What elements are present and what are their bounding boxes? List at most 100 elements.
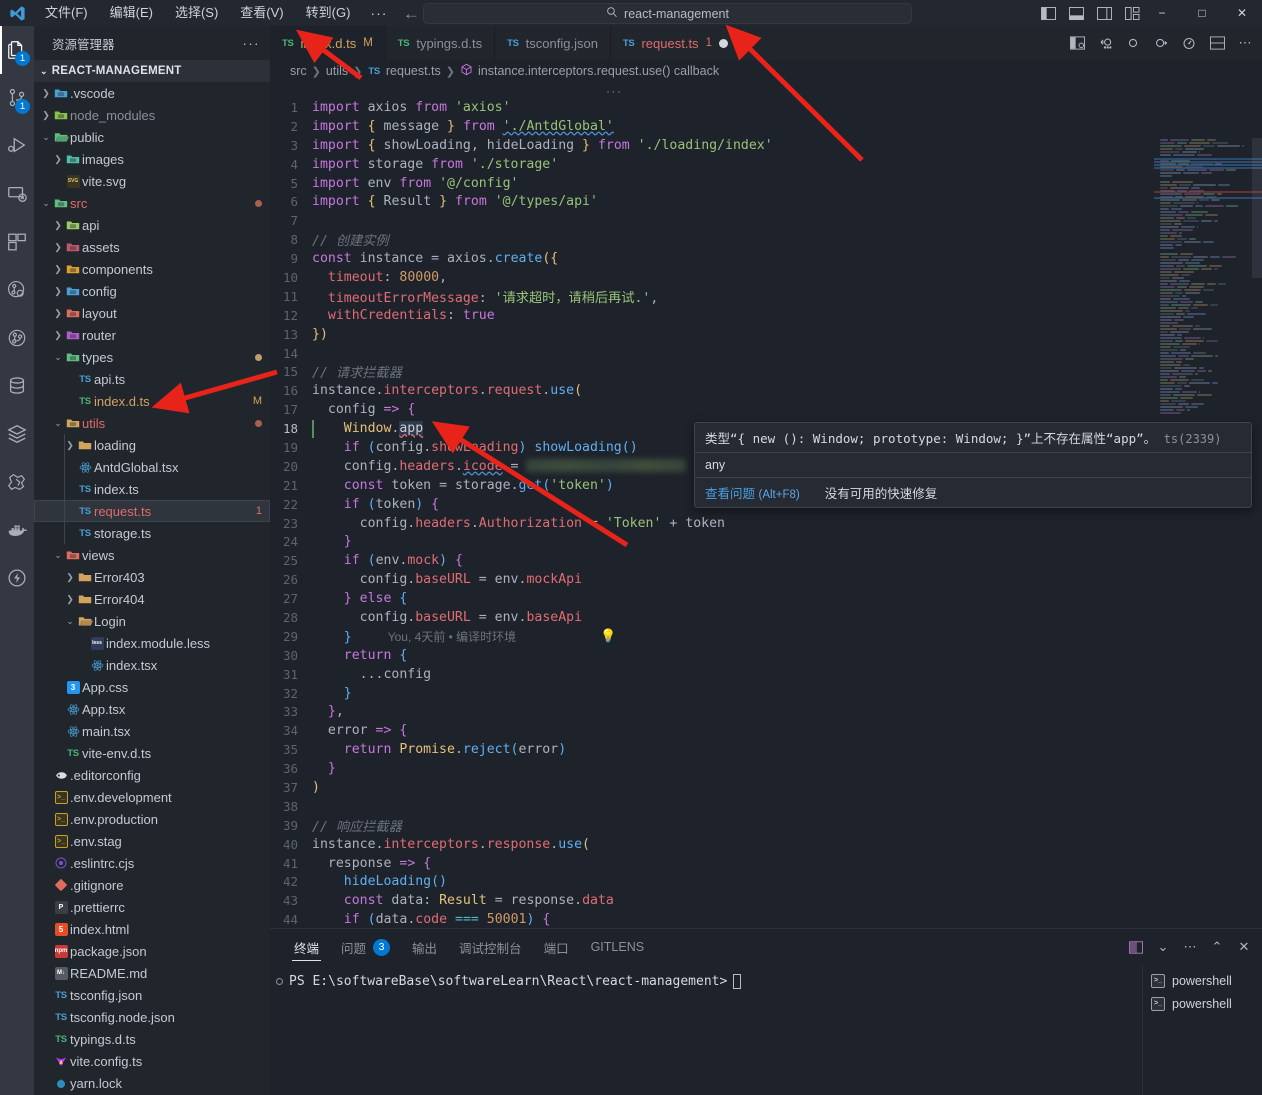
chevron-right-icon[interactable]: ❯ [52, 242, 64, 253]
terminal-instance[interactable]: >_ powershell [1143, 969, 1262, 992]
split-editor-down-icon[interactable] [1204, 30, 1230, 56]
code-line-33[interactable]: 33 }, [270, 703, 1262, 722]
code-line-5[interactable]: 5 import env from '@/config' [270, 174, 1262, 193]
menu-more-button[interactable]: ··· [361, 5, 396, 21]
run-icon[interactable] [1176, 30, 1202, 56]
code-line-6[interactable]: 6 import { Result } from '@/types/api' [270, 192, 1262, 211]
activity-layers-icon[interactable] [0, 410, 34, 458]
code-line-4[interactable]: 4 import storage from './storage' [270, 155, 1262, 174]
chevron-down-icon[interactable]: ⌄ [40, 132, 52, 143]
tree-item-yarn-lock[interactable]: yarn.lock [34, 1072, 270, 1094]
chevron-right-icon[interactable]: ❯ [52, 264, 64, 275]
maximize-panel-icon[interactable]: ⌃ [1205, 935, 1229, 959]
code-line-2[interactable]: 2 import { message } from './AntdGlobal' [270, 117, 1262, 136]
code-line-32[interactable]: 32 } [270, 684, 1262, 703]
code-area[interactable]: ··· 1 import axios from 'axios' 2 import { … [270, 82, 1262, 928]
tree-item-api[interactable]: ❯ api [34, 214, 270, 236]
code-line-15[interactable]: 15 // 请求拦截器 [270, 362, 1262, 381]
unsaved-indicator-icon[interactable] [718, 38, 728, 48]
code-line-12[interactable]: 12 withCredentials: true [270, 306, 1262, 325]
workspace-section-header[interactable]: ⌄ REACT-MANAGEMENT [34, 60, 270, 82]
tree-item--gitignore[interactable]: .gitignore [34, 874, 270, 896]
editor-scrollbar[interactable] [1252, 138, 1262, 278]
tree-item--env-development[interactable]: >_ .env.development [34, 786, 270, 808]
breadcrumb-src[interactable]: src [290, 64, 307, 78]
activity-thunder-client-icon[interactable] [0, 554, 34, 602]
tree-item-index-tsx[interactable]: index.tsx [34, 654, 270, 676]
code-line-36[interactable]: 36 } [270, 759, 1262, 778]
chevron-down-icon[interactable]: ⌄ [1151, 935, 1175, 959]
chevron-right-icon[interactable]: ❯ [64, 440, 76, 451]
tree-item-loading[interactable]: ❯ loading [34, 434, 270, 456]
tree-item-images[interactable]: ❯ images [34, 148, 270, 170]
panel-tab-t0[interactable]: 终端 [284, 929, 329, 965]
code-line-35[interactable]: 35 return Promise.reject(error) [270, 740, 1262, 759]
terminal-instance[interactable]: >_ powershell [1143, 992, 1262, 1015]
customize-layout-icon[interactable] [1120, 0, 1144, 26]
code-line-9[interactable]: 9 const instance = axios.create({ [270, 249, 1262, 268]
panel-tab-gitlens[interactable]: GITLENS [581, 929, 655, 965]
tree-item-index-ts[interactable]: TS index.ts [34, 478, 270, 500]
chevron-right-icon[interactable]: ❯ [64, 594, 76, 605]
breadcrumb-file[interactable]: request.ts [386, 64, 441, 78]
code-line-10[interactable]: 10 timeout: 80000, [270, 268, 1262, 287]
toggle-primary-sidebar-icon[interactable] [1036, 0, 1060, 26]
code-line-27[interactable]: 27 } else { [270, 589, 1262, 608]
activity-database-icon[interactable] [0, 362, 34, 410]
tree-item-components[interactable]: ❯ components [34, 258, 270, 280]
tree-item-main-tsx[interactable]: main.tsx [34, 720, 270, 742]
tree-item--vscode[interactable]: ❯ .vscode [34, 82, 270, 104]
tree-item-assets[interactable]: ❯ assets [34, 236, 270, 258]
editor-tab-typings-d-ts[interactable]: TS typings.d.ts [385, 26, 496, 60]
code-line-14[interactable]: 14 [270, 344, 1262, 363]
breadcrumb-symbol[interactable]: instance.interceptors.request.use() call… [478, 64, 719, 78]
tree-item--eslintrc-cjs[interactable]: .eslintrc.cjs [34, 852, 270, 874]
tree-item-vite-svg[interactable]: SVG vite.svg [34, 170, 270, 192]
tree-item-config[interactable]: ❯ config [34, 280, 270, 302]
terminal-output[interactable]: PS E:\softwareBase\softwareLearn\React\r… [270, 965, 1142, 1095]
toggle-secondary-sidebar-icon[interactable] [1092, 0, 1116, 26]
tree-item-login[interactable]: ⌄ Login [34, 610, 270, 632]
tree-item-router[interactable]: ❯ router [34, 324, 270, 346]
tree-item-index-module-less[interactable]: less index.module.less [34, 632, 270, 654]
panel-tab-t3[interactable]: 调试控制台 [449, 929, 532, 965]
chevron-right-icon[interactable]: ❯ [52, 308, 64, 319]
code-line-17[interactable]: 17 config => { [270, 400, 1262, 419]
code-line-43[interactable]: 43 const data: Result = response.data [270, 891, 1262, 910]
prev-change-icon[interactable] [1120, 30, 1146, 56]
split-terminal-icon[interactable] [1124, 935, 1148, 959]
code-line-29[interactable]: 29 💡 } You, 4天前 • 编译时环境 [270, 627, 1262, 646]
code-line-26[interactable]: 26 config.baseURL = env.mockApi [270, 570, 1262, 589]
code-line-7[interactable]: 7 [270, 211, 1262, 230]
activity-project-manager-icon[interactable] [0, 458, 34, 506]
tree-item-antdglobal-tsx[interactable]: AntdGlobal.tsx [34, 456, 270, 478]
tree-item-types[interactable]: ⌄ types [34, 346, 270, 368]
tree-item-readme-md[interactable]: M↓ README.md [34, 962, 270, 984]
split-editor-icon[interactable] [1064, 30, 1090, 56]
explorer-more-button[interactable]: ··· [243, 36, 261, 51]
chevron-down-icon[interactable]: ⌄ [40, 198, 52, 209]
code-line-13[interactable]: 13}) [270, 325, 1262, 344]
menu-edit[interactable]: 编辑(E) [99, 0, 164, 26]
tree-item-storage-ts[interactable]: TS storage.ts [34, 522, 270, 544]
tree-item--editorconfig[interactable]: .editorconfig [34, 764, 270, 786]
activity-gitlens-inspect-icon[interactable] [0, 266, 34, 314]
next-change-icon[interactable] [1148, 30, 1174, 56]
minimap[interactable] [1154, 138, 1262, 928]
tree-item--prettierrc[interactable]: P .prettierrc [34, 896, 270, 918]
code-line-16[interactable]: 16 instance.interceptors.request.use( [270, 381, 1262, 400]
tree-item-vite-config-ts[interactable]: vite.config.ts [34, 1050, 270, 1072]
code-line-39[interactable]: 39 // 响应拦截器 [270, 816, 1262, 835]
editor-more-actions-icon[interactable]: ⋯ [1232, 30, 1258, 56]
activity-gitlens-icon[interactable] [0, 314, 34, 362]
close-panel-icon[interactable]: ✕ [1232, 935, 1256, 959]
code-line-44[interactable]: 44 if (data.code === 50001) { [270, 910, 1262, 928]
tree-item-error403[interactable]: ❯ Error403 [34, 566, 270, 588]
code-line-30[interactable]: 30 return { [270, 646, 1262, 665]
gitlens-compare-icon[interactable] [1092, 30, 1118, 56]
activity-extensions-icon[interactable] [0, 218, 34, 266]
code-line-3[interactable]: 3 import { showLoading, hideLoading } fro… [270, 136, 1262, 155]
tree-item-utils[interactable]: ⌄ utils [34, 412, 270, 434]
search-input[interactable]: react-management [423, 3, 912, 24]
tree-item-package-json[interactable]: npm package.json [34, 940, 270, 962]
